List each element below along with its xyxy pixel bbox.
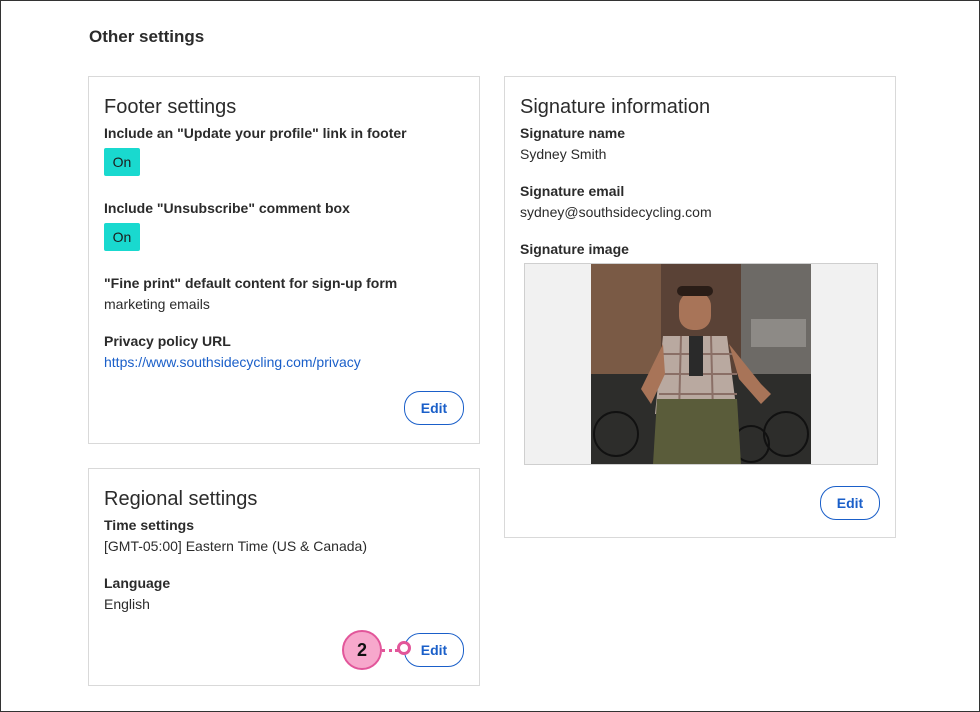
settings-frame: Other settings Footer settings Include a… — [0, 0, 980, 712]
step-callout-badge: 2 — [342, 630, 382, 670]
update-profile-label: Include an "Update your profile" link in… — [104, 125, 407, 141]
regional-settings-card: Regional settings Time settings [GMT-05:… — [88, 468, 480, 686]
page-title: Other settings — [89, 27, 205, 46]
callout-target-ring — [397, 641, 411, 655]
callout-connector — [382, 649, 398, 652]
unsubscribe-label: Include "Unsubscribe" comment box — [104, 200, 350, 216]
privacy-policy-label: Privacy policy URL — [104, 333, 231, 349]
time-settings-value: [GMT-05:00] Eastern Time (US & Canada) — [104, 538, 367, 554]
language-value: English — [104, 596, 150, 612]
privacy-policy-link[interactable]: https://www.southsidecycling.com/privacy — [104, 354, 361, 370]
signature-information-title: Signature information — [520, 96, 711, 118]
signature-edit-button[interactable]: Edit — [820, 486, 880, 520]
fine-print-value: marketing emails — [104, 296, 210, 312]
footer-settings-title: Footer settings — [104, 96, 237, 118]
update-profile-toggle[interactable]: On — [104, 148, 140, 176]
signature-email-label: Signature email — [520, 183, 625, 199]
signature-image-frame — [524, 263, 878, 465]
footer-edit-button[interactable]: Edit — [404, 391, 464, 425]
signature-photo — [591, 264, 811, 464]
person-photo-illustration — [591, 264, 811, 464]
time-settings-label: Time settings — [104, 517, 194, 533]
signature-information-card: Signature information Signature name Syd… — [504, 76, 896, 538]
signature-image-label: Signature image — [520, 241, 629, 257]
regional-settings-title: Regional settings — [104, 488, 258, 510]
unsubscribe-toggle[interactable]: On — [104, 223, 140, 251]
language-label: Language — [104, 575, 171, 591]
footer-settings-card: Footer settings Include an "Update your … — [88, 76, 480, 444]
signature-name-value: Sydney Smith — [520, 146, 607, 162]
regional-edit-button[interactable]: Edit — [404, 633, 464, 667]
fine-print-label: "Fine print" default content for sign-up… — [104, 275, 398, 291]
signature-email-value: sydney@southsidecycling.com — [520, 204, 712, 220]
signature-name-label: Signature name — [520, 125, 626, 141]
